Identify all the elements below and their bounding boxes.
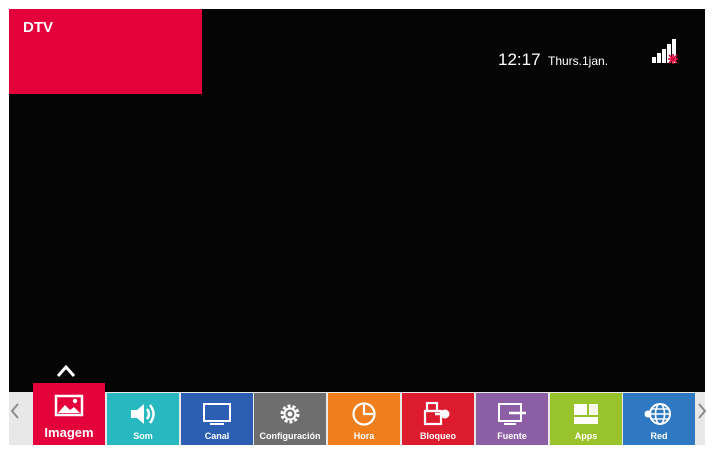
speaker-icon [129,401,157,427]
menu-item-bloqueo[interactable]: Bloqueo [402,393,474,445]
lock-icon [423,401,453,427]
menu-item-label: Red [650,431,668,441]
menu-item-hora[interactable]: Hora [328,393,400,445]
menu-item-label: Configuración [259,431,321,441]
gear-icon [278,401,302,427]
menu-item-som[interactable]: Som [107,393,179,445]
clock: 12:17 Thurs.1jan. [498,50,608,70]
globe-icon [643,401,675,427]
menu-item-fuente[interactable]: Fuente [476,393,548,445]
menu-item-red[interactable]: Red [623,393,695,445]
menu-item-apps[interactable]: Apps [550,393,622,445]
picture-icon [54,393,84,419]
chevron-right-icon[interactable] [697,402,707,420]
menu-item-canal[interactable]: Canal [181,393,253,445]
chevron-up-icon[interactable] [55,364,77,378]
menu-item-label: Fuente [497,431,527,441]
tv-screen: DTV 12:17 Thurs.1jan. [9,9,705,445]
source-banner: DTV [9,9,202,94]
menu-item-label: Bloqueo [420,431,456,441]
source-label: DTV [23,19,53,36]
chevron-left-icon[interactable] [10,402,20,420]
menu-item-label: Canal [204,431,230,441]
menu-item-configuración[interactable]: Configuración [254,393,326,445]
menu-item-label: Hora [353,431,375,441]
clock-date: Thurs.1jan. [548,54,609,68]
tv-icon [202,401,232,427]
clock-time: 12:17 [498,50,541,69]
menu-item-imagem[interactable]: Imagem [33,383,105,445]
menu-item-label: Imagem [44,425,94,440]
apps-icon [572,401,600,427]
signal-strength-icon [652,39,678,64]
menu-item-label: Som [133,431,153,441]
menu-item-label: Apps [574,431,598,441]
clock-icon [351,401,377,427]
input-source-icon [497,401,527,427]
